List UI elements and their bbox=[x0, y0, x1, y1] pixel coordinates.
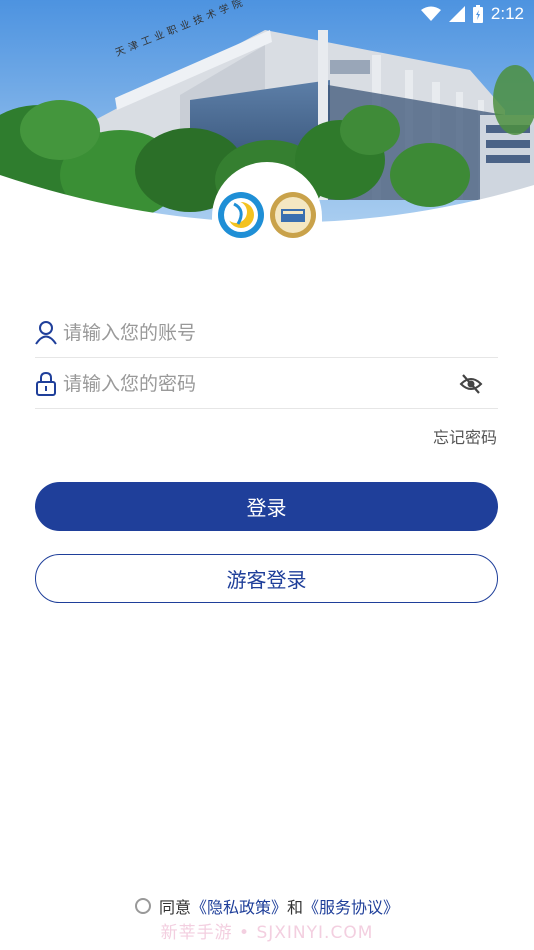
status-time: 2:12 bbox=[490, 4, 524, 23]
lock-icon bbox=[35, 371, 57, 396]
hide-password-icon[interactable] bbox=[458, 371, 484, 397]
watermark: 新莘手游 • SJXINYI.COM bbox=[160, 923, 374, 943]
password-input[interactable] bbox=[63, 363, 458, 404]
signal-icon bbox=[448, 6, 465, 22]
service-terms-link[interactable]: 《服务协议》 bbox=[303, 894, 399, 918]
privacy-policy-link[interactable]: 《隐私政策》 bbox=[191, 894, 287, 918]
college-seal-logo bbox=[270, 192, 316, 238]
login-button[interactable]: 登录 bbox=[35, 482, 498, 531]
guest-login-button[interactable]: 游客登录 bbox=[35, 554, 498, 603]
account-input[interactable] bbox=[63, 312, 498, 353]
wifi-icon bbox=[420, 6, 441, 21]
logo-badge bbox=[212, 162, 322, 262]
status-bar: 2:12 bbox=[0, 0, 534, 28]
password-field bbox=[35, 359, 498, 409]
agree-conjunction: 和 bbox=[287, 898, 304, 917]
account-field bbox=[35, 308, 498, 358]
battery-icon bbox=[472, 5, 483, 23]
gear-moon-logo bbox=[218, 192, 264, 238]
user-icon bbox=[35, 320, 57, 345]
agreement-row: 同意 《隐私政策》 和 《服务协议》 bbox=[0, 894, 534, 918]
agree-radio[interactable] bbox=[134, 898, 151, 914]
agree-prefix: 同意 bbox=[158, 898, 191, 917]
forgot-password-link[interactable]: 忘记密码 bbox=[433, 424, 497, 448]
